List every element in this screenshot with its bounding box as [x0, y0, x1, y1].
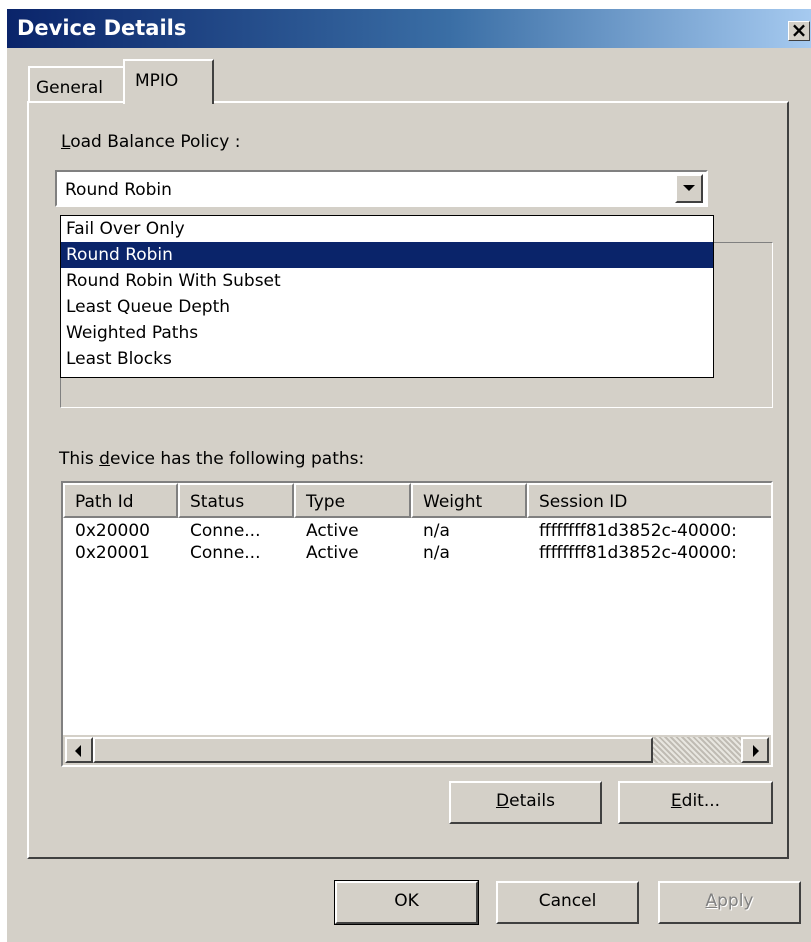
close-icon: × — [790, 18, 808, 42]
accelerator-details: D — [496, 791, 510, 811]
column-header-type[interactable]: Type — [294, 483, 411, 518]
horizontal-scrollbar[interactable] — [63, 735, 771, 765]
policy-option-fail-over-only[interactable]: Fail Over Only — [61, 216, 713, 242]
accelerator-edit: E — [670, 791, 682, 811]
title-bar[interactable]: Device Details × — [7, 9, 811, 48]
accelerator-apply: A — [705, 891, 718, 911]
policy-option-least-blocks[interactable]: Least Blocks — [61, 346, 713, 372]
window-title: Device Details — [17, 16, 187, 40]
policy-option-weighted-paths[interactable]: Weighted Paths — [61, 320, 713, 346]
list-header: Path Id Status Type Weight Session ID — [63, 483, 771, 518]
combo-selected-value: Round Robin — [65, 180, 172, 200]
ok-button[interactable]: OK — [334, 880, 479, 925]
policy-dropdown-list: Fail Over Only Round Robin Round Robin W… — [60, 215, 714, 378]
load-balance-policy-label-text: oad Balance Policy : — [70, 132, 241, 152]
column-header-session-id[interactable]: Session ID — [527, 483, 771, 518]
table-row[interactable]: 0x20001 Conne... Active n/a ffffffff81d3… — [63, 543, 771, 565]
edit-label: dit... — [681, 791, 721, 811]
cell-type: Active — [306, 521, 359, 541]
cell-status: Conne... — [190, 543, 261, 563]
cell-weight: n/a — [423, 543, 450, 563]
column-header-path-id[interactable]: Path Id — [63, 483, 178, 518]
cell-status: Conne... — [190, 521, 261, 541]
paths-list-view[interactable]: Path Id Status Type Weight Session ID 0x… — [61, 481, 773, 767]
cell-weight: n/a — [423, 521, 450, 541]
cancel-button[interactable]: Cancel — [496, 881, 639, 924]
dropdown-arrow-button[interactable] — [675, 174, 703, 203]
policy-option-round-robin[interactable]: Round Robin — [61, 242, 713, 268]
paths-label-post: evice has the following paths: — [109, 449, 365, 469]
paths-label-pre: This — [59, 449, 100, 469]
details-button[interactable]: Details — [449, 781, 602, 824]
load-balance-policy-combo[interactable]: Round Robin — [55, 170, 708, 207]
table-row[interactable]: 0x20000 Conne... Active n/a ffffffff81d3… — [63, 521, 771, 543]
accelerator-d: d — [99, 449, 110, 469]
apply-button[interactable]: Apply — [658, 881, 801, 924]
accelerator-l: L — [61, 132, 71, 152]
tab-mpio[interactable]: MPIO — [123, 59, 214, 104]
close-button[interactable]: × — [788, 18, 810, 42]
cell-path-id: 0x20000 — [75, 521, 150, 541]
edit-button[interactable]: Edit... — [618, 781, 773, 824]
load-balance-policy-label: Load Balance Policy : — [61, 132, 240, 152]
cell-session-id: ffffffff81d3852c-40000: — [539, 543, 737, 563]
scroll-left-button[interactable] — [65, 737, 93, 763]
tab-general-label: General — [36, 78, 103, 98]
details-label: etails — [509, 791, 555, 811]
scroll-thumb[interactable] — [93, 737, 653, 763]
tab-general[interactable]: General — [28, 66, 125, 102]
column-header-status[interactable]: Status — [178, 483, 294, 518]
cell-session-id: ffffffff81d3852c-40000: — [539, 521, 737, 541]
scroll-right-button[interactable] — [741, 737, 769, 763]
cell-path-id: 0x20001 — [75, 543, 150, 563]
apply-label: pply — [717, 891, 754, 911]
cell-type: Active — [306, 543, 359, 563]
paths-label: This device has the following paths: — [59, 449, 364, 469]
column-header-weight[interactable]: Weight — [411, 483, 527, 518]
policy-option-least-queue-depth[interactable]: Least Queue Depth — [61, 294, 713, 320]
policy-option-round-robin-with-subset[interactable]: Round Robin With Subset — [61, 268, 713, 294]
tab-mpio-label: MPIO — [135, 71, 179, 91]
scroll-track[interactable] — [653, 737, 741, 763]
